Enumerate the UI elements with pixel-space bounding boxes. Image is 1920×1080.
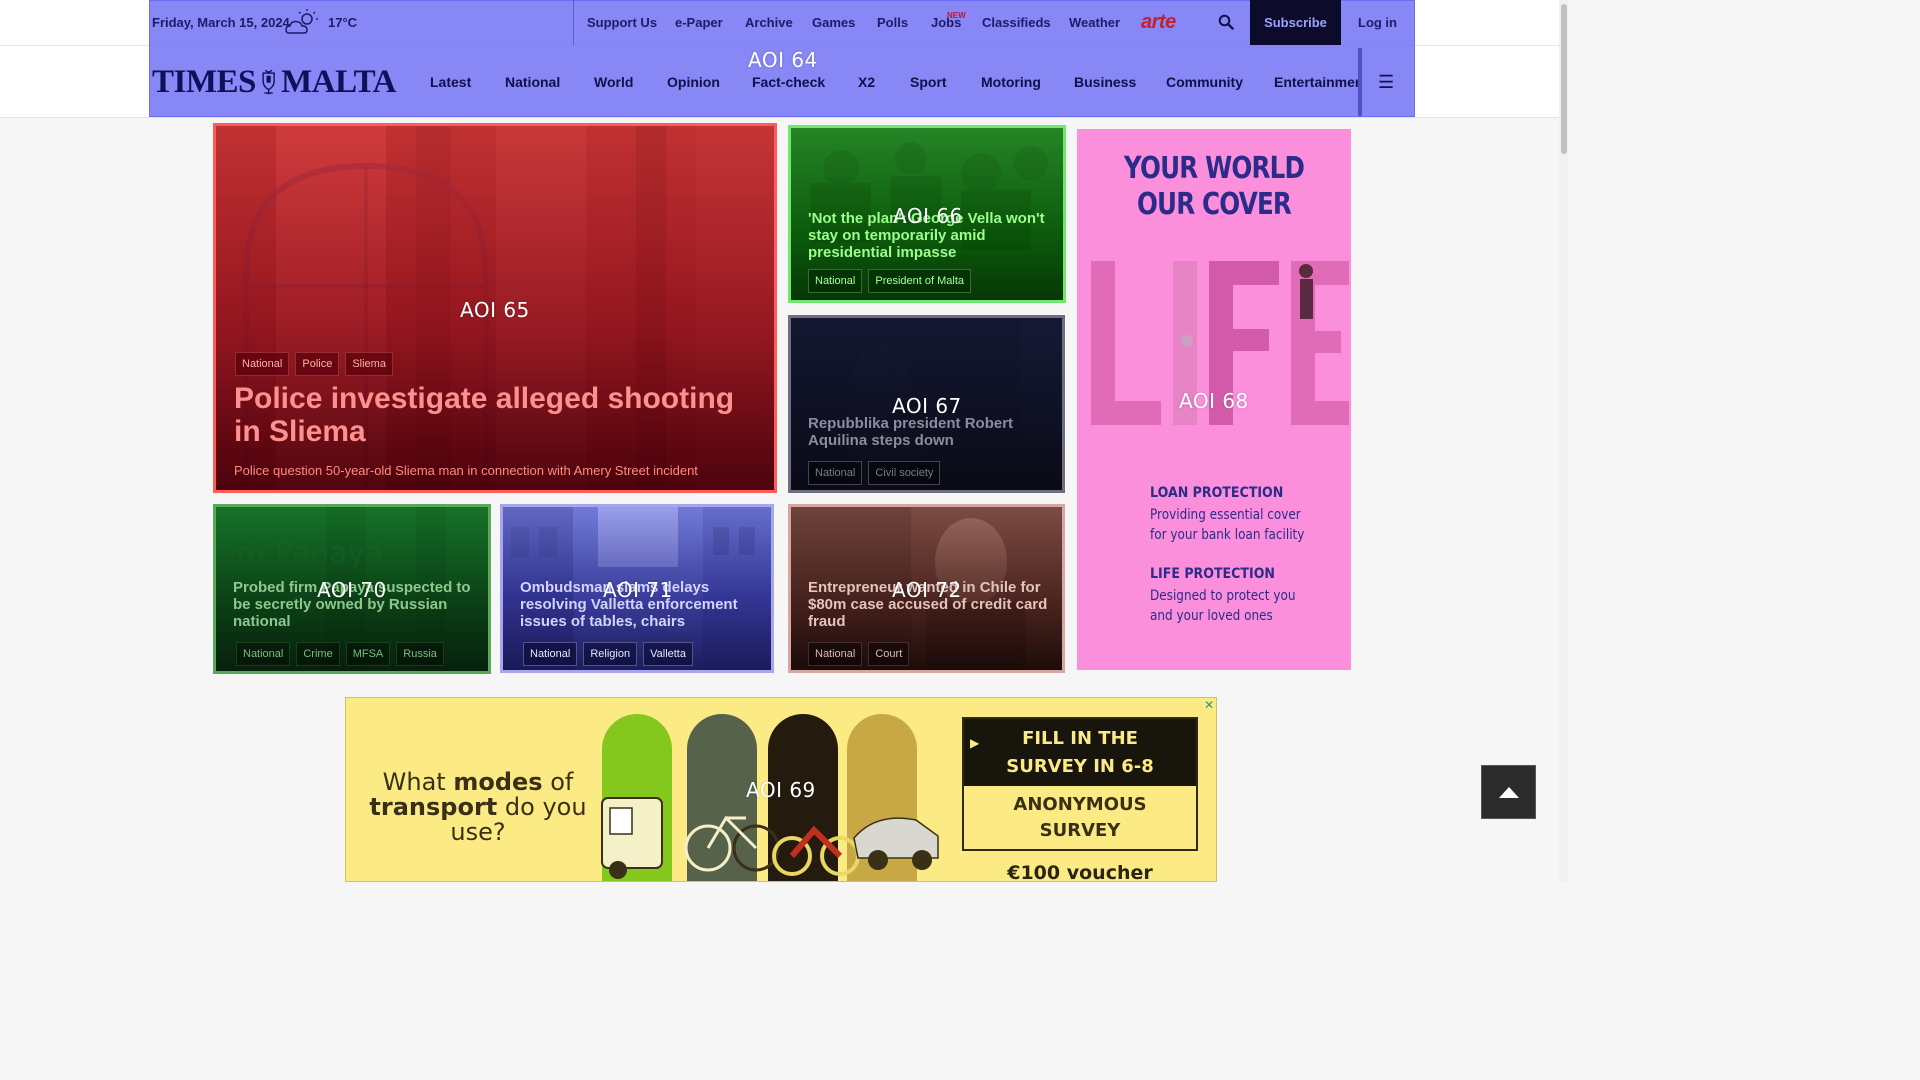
epaper-link[interactable]: e-Paper: [675, 15, 723, 30]
scroll-to-top-button[interactable]: [1481, 765, 1536, 819]
lead-story-tags: National Police Sliema: [235, 352, 393, 376]
aoi-72-label: AOI 72: [892, 578, 962, 602]
login-link[interactable]: Log in: [1358, 15, 1397, 30]
tag-police[interactable]: Police: [295, 352, 340, 376]
loan-protection-text: Providing essential cover for your bank …: [1150, 507, 1305, 543]
loan-protection-heading: LOAN PROTECTION: [1150, 485, 1284, 501]
aoi-71-label: AOI 71: [603, 578, 673, 602]
close-icon[interactable]: ✕: [1204, 698, 1214, 712]
current-date: Friday, March 15, 2024: [152, 15, 290, 30]
survey-sub-text: ANONYMOUS SURVEY: [1013, 794, 1147, 841]
aoi-70-label: AOI 70: [317, 578, 387, 602]
nav-fact-check[interactable]: Fact-check: [752, 74, 825, 90]
aoi-66-label: AOI 66: [893, 204, 963, 228]
story-tags: National Religion Valletta: [523, 642, 693, 666]
survey-heading: ▶ FILL IN THE SURVEY IN 6-8 MINTUES: [964, 719, 1196, 805]
aoi-64-label: AOI 64: [748, 48, 818, 72]
tag-court[interactable]: Court: [868, 642, 910, 666]
search-icon[interactable]: [1218, 14, 1234, 30]
tag-national[interactable]: National: [808, 642, 863, 666]
survey-question: What modes of transport do you use?: [364, 770, 592, 845]
play-arrow-icon: ▶: [970, 736, 980, 750]
story-tags: National Court: [808, 642, 910, 666]
survey-subheading: ANONYMOUS SURVEY: [964, 792, 1196, 844]
question-bold: modes: [453, 768, 543, 796]
nav-business[interactable]: Business: [1074, 74, 1136, 90]
hamburger-icon[interactable]: ☰: [1378, 72, 1394, 93]
story-tags: National Crime MFSA Russia: [236, 642, 444, 666]
weather-link[interactable]: Weather: [1069, 15, 1120, 30]
nav-opinion[interactable]: Opinion: [667, 74, 720, 90]
arte-sponsor-logo[interactable]: arte: [1141, 11, 1176, 34]
story-headline[interactable]: Repubblika president Robert Aquilina ste…: [808, 415, 1054, 449]
tag-national[interactable]: National: [523, 642, 578, 666]
tag-national[interactable]: National: [236, 642, 291, 666]
classifieds-link[interactable]: Classifieds: [982, 15, 1051, 30]
tag-religion[interactable]: Religion: [583, 642, 638, 666]
topbar-divider-vertical: [573, 0, 574, 45]
nav-latest[interactable]: Latest: [430, 74, 471, 90]
aoi-67-label: AOI 67: [892, 394, 962, 418]
aoi-69-label: AOI 69: [746, 778, 816, 802]
ad-title-line1: YOUR WORLD: [1123, 151, 1305, 186]
tag-national[interactable]: National: [235, 352, 290, 376]
jobs-new-badge: NEW: [947, 11, 966, 20]
nav-sport[interactable]: Sport: [910, 74, 947, 90]
partly-cloudy-icon: [285, 9, 318, 34]
nav-motoring[interactable]: Motoring: [981, 74, 1041, 90]
ad-title-line2: OUR COVER: [1136, 187, 1292, 222]
tag-national[interactable]: National: [808, 461, 863, 485]
logo-text-left: TIMES: [152, 63, 256, 100]
times-of-malta-logo[interactable]: TIMES MALTA: [152, 60, 396, 104]
tag-mfsa[interactable]: MFSA: [345, 642, 391, 666]
aoi-65-label: AOI 65: [460, 298, 530, 322]
survey-cta-box[interactable]: ▶ FILL IN THE SURVEY IN 6-8 MINTUES ANON…: [962, 717, 1198, 851]
life-protection-heading: LIFE PROTECTION: [1150, 566, 1275, 582]
lead-story-summary: Police question 50-year-old Sliema man i…: [234, 463, 698, 478]
story-tags: National Civil society: [808, 461, 941, 485]
games-link[interactable]: Games: [812, 15, 855, 30]
support-us-link[interactable]: Support Us: [587, 15, 657, 30]
tag-national[interactable]: National: [808, 269, 863, 293]
logo-text-right: MALTA: [281, 63, 396, 100]
polls-link[interactable]: Polls: [877, 15, 908, 30]
lead-story-headline[interactable]: Police investigate alleged shooting in S…: [234, 382, 754, 448]
tag-civil-society[interactable]: Civil society: [868, 461, 941, 485]
temperature: 17°C: [328, 15, 358, 30]
nav-x2[interactable]: X2: [858, 74, 875, 90]
question-bold: transport: [369, 793, 498, 821]
tag-crime[interactable]: Crime: [296, 642, 340, 666]
nav-national[interactable]: National: [505, 74, 560, 90]
nav-entertainment[interactable]: Entertainment: [1274, 74, 1358, 90]
tag-valletta[interactable]: Valletta: [643, 642, 693, 666]
tag-president-of-malta[interactable]: President of Malta: [868, 269, 972, 293]
nav-world[interactable]: World: [594, 74, 633, 90]
subscribe-button[interactable]: Subscribe: [1250, 0, 1341, 45]
ad-title: YOUR WORLD OUR COVER: [1102, 151, 1327, 223]
voucher-text: €100 voucher: [1007, 862, 1153, 882]
tag-russia[interactable]: Russia: [396, 642, 444, 666]
question-text: What: [382, 768, 454, 796]
insurance-side-ad[interactable]: YOUR WORLD OUR COVER AOI 68 LOAN PROTECT…: [1077, 129, 1351, 670]
arrow-up-icon: [1498, 787, 1519, 798]
story-tags: National President of Malta: [808, 269, 972, 293]
nav-overflow-edge: [1358, 48, 1362, 116]
tag-sliema[interactable]: Sliema: [345, 352, 393, 376]
nav-community[interactable]: Community: [1166, 74, 1243, 90]
transport-survey-ad[interactable]: ✕ What modes of transport do you use? AO…: [345, 697, 1217, 882]
scrollbar-thumb[interactable]: [1561, 4, 1567, 154]
crest-icon: [262, 69, 275, 95]
archive-link[interactable]: Archive: [745, 15, 793, 30]
aoi-68-label: AOI 68: [1179, 389, 1249, 413]
question-text: of: [542, 768, 574, 796]
life-protection-text: Designed to protect you and your loved o…: [1150, 588, 1296, 624]
